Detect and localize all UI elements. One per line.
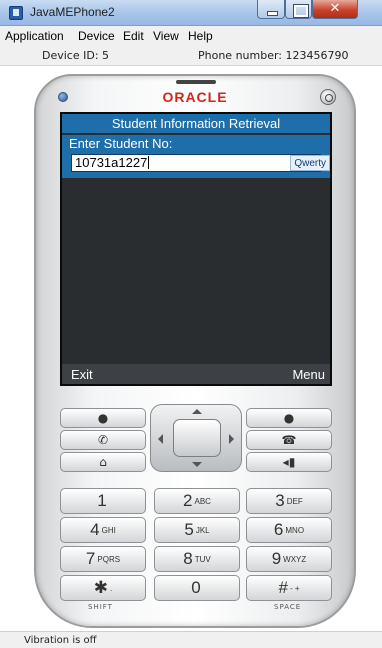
dpad-select-button[interactable] <box>173 419 221 457</box>
right-soft-button[interactable]: ● <box>246 408 332 428</box>
status-text: Vibration is off <box>24 635 97 646</box>
softkey-menu[interactable]: Menu <box>292 367 325 382</box>
arrow-right-icon[interactable] <box>229 434 234 444</box>
java-app-icon <box>9 6 23 20</box>
device-id-label: Device ID: 5 <box>42 49 110 62</box>
maximize-button[interactable] <box>285 0 312 19</box>
shift-caption: SHIFT <box>88 603 113 611</box>
dot-icon: ● <box>97 411 109 425</box>
arrow-down-icon[interactable] <box>192 462 202 467</box>
key-letters: TUV <box>194 554 211 564</box>
softkey-exit[interactable]: Exit <box>71 367 93 382</box>
student-no-label: Enter Student No: <box>69 136 173 151</box>
key-0[interactable]: 0 <box>154 575 240 601</box>
device-info-bar: Device ID: 5 Phone number: 123456790 <box>0 45 382 66</box>
title-bar: JavaMEPhone2 ✕ <box>0 0 382 26</box>
text-caret <box>148 156 150 169</box>
key-letters: . <box>110 583 113 593</box>
key-6[interactable]: 6 MNO <box>246 517 332 543</box>
key-letters: - + <box>289 583 300 593</box>
softkey-bar: Exit Menu <box>62 364 330 384</box>
key-digit: ✱ <box>93 578 108 597</box>
arrow-left-icon[interactable] <box>158 434 163 444</box>
key-digit: 7 <box>85 549 96 568</box>
key-digit: 3 <box>275 491 285 510</box>
left-soft-button[interactable]: ● <box>60 408 146 428</box>
key-letters: ABC <box>194 496 211 506</box>
status-bar: Vibration is off <box>0 631 382 648</box>
key-letters: GHI <box>101 525 116 535</box>
emulator-window: JavaMEPhone2 ✕ Application Device Edit V… <box>0 0 382 648</box>
hang-up-icon: ☎ <box>281 433 297 447</box>
screen-title: Student Information Retrieval <box>62 114 330 133</box>
key-letters: DEF <box>286 496 303 506</box>
phone-screen: Student Information Retrieval Enter Stud… <box>60 112 332 386</box>
key-digit: 8 <box>183 549 193 568</box>
key-digit: 6 <box>273 520 284 539</box>
menu-help[interactable]: Help <box>188 29 213 43</box>
end-call-button[interactable]: ☎ <box>246 430 332 450</box>
backspace-icon: ◂▮ <box>282 455 296 469</box>
menu-view[interactable]: View <box>153 29 179 43</box>
key-9[interactable]: 9 WXYZ <box>246 546 332 572</box>
key-digit: 9 <box>271 549 282 568</box>
key-2[interactable]: 2 ABC <box>154 488 240 514</box>
call-button[interactable]: ✆ <box>60 430 146 450</box>
speaker-slot <box>176 80 216 84</box>
phone-area: ORACLE Student Information Retrieval Ent… <box>0 66 382 631</box>
key-star[interactable]: ✱. <box>60 575 146 601</box>
menu-bar: Application Device Edit View Help <box>0 26 382 45</box>
key-digit: 1 <box>97 491 107 510</box>
key-digit: # <box>278 578 288 597</box>
menu-application[interactable]: Application <box>5 29 64 43</box>
key-letters: JKL <box>195 525 210 535</box>
student-no-value: 10731a1227 <box>75 155 148 170</box>
clear-button[interactable]: ◂▮ <box>246 452 332 472</box>
dot-icon: ● <box>283 411 295 425</box>
menu-device[interactable]: Device <box>78 29 115 43</box>
key-letters: PQRS <box>97 554 121 564</box>
home-icon: ⌂ <box>99 455 107 469</box>
key-3[interactable]: 3 DEF <box>246 488 332 514</box>
key-digit: 4 <box>90 520 100 539</box>
phone-body: ORACLE Student Information Retrieval Ent… <box>34 74 356 628</box>
input-mode-indicator: Qwerty <box>290 155 330 171</box>
key-digit: 0 <box>191 578 201 597</box>
close-icon: ✕ <box>329 1 341 16</box>
student-no-input[interactable]: 10731a1227 <box>71 154 321 172</box>
key-1[interactable]: 1 <box>60 488 146 514</box>
close-button[interactable]: ✕ <box>312 0 358 19</box>
key-hash[interactable]: # - + <box>246 575 332 601</box>
phone-number-label: Phone number: 123456790 <box>198 49 349 62</box>
key-8[interactable]: 8 TUV <box>154 546 240 572</box>
key-5[interactable]: 5 JKL <box>154 517 240 543</box>
oracle-logo: ORACLE <box>162 89 228 105</box>
menu-edit[interactable]: Edit <box>123 29 144 43</box>
key-digit: 5 <box>184 520 194 539</box>
key-digit: 2 <box>183 491 193 510</box>
arrow-up-icon[interactable] <box>192 409 202 414</box>
space-caption: SPACE <box>274 603 302 611</box>
power-button[interactable] <box>320 89 336 105</box>
home-button[interactable]: ⌂ <box>60 452 146 472</box>
key-7[interactable]: 7 PQRS <box>60 546 146 572</box>
minimize-button[interactable] <box>257 0 285 19</box>
directional-pad[interactable] <box>150 404 242 472</box>
window-title: JavaMEPhone2 <box>30 5 115 19</box>
key-4[interactable]: 4 GHI <box>60 517 146 543</box>
phone-call-icon: ✆ <box>97 433 109 447</box>
key-letters: WXYZ <box>283 554 307 564</box>
key-letters: MNO <box>285 525 305 535</box>
